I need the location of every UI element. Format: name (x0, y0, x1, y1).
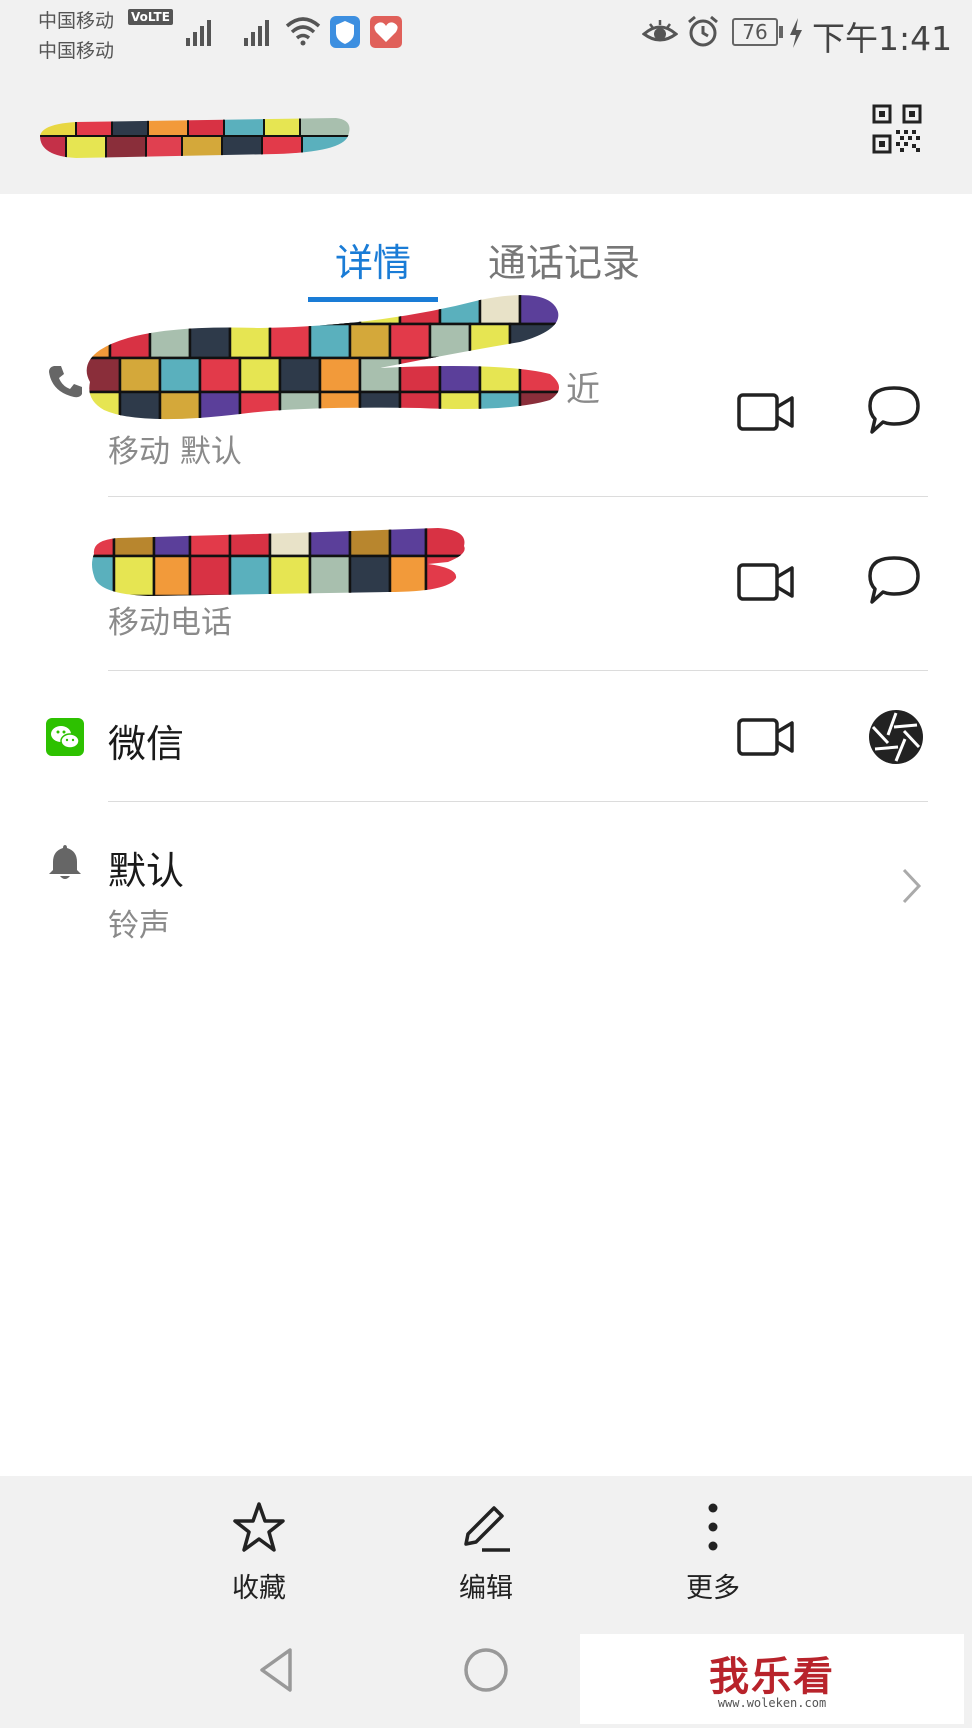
redacted-phone-number-1 (86, 295, 560, 420)
phone-1-partial-text: 近 (566, 370, 600, 410)
star-icon (233, 1502, 285, 1552)
favorite-button[interactable]: 收藏 (199, 1500, 319, 1610)
pencil-icon (464, 1506, 510, 1552)
battery-level: 76 (742, 20, 768, 44)
battery-tip (779, 26, 783, 38)
heart-app-icon (370, 16, 402, 48)
phone-row-2[interactable]: 移动电话 (0, 497, 972, 670)
alarm-icon (688, 15, 718, 47)
phone-row-1[interactable]: 近 移动 默认 (0, 295, 972, 496)
charging-icon (790, 18, 802, 48)
watermark-brand: 我乐看 (709, 1654, 835, 1700)
phone-2-sub: 移动电话 (108, 605, 232, 641)
message-icon[interactable] (866, 384, 922, 438)
signal-icon (244, 20, 269, 46)
wechat-row[interactable]: 微信 (0, 671, 972, 801)
contact-header (0, 66, 972, 194)
shield-icon (330, 16, 360, 48)
home-nav-icon[interactable] (462, 1646, 510, 1694)
video-call-icon[interactable] (736, 715, 796, 759)
eye-icon (642, 20, 678, 42)
carrier-1: 中国移动 (38, 10, 115, 32)
video-call-icon[interactable] (736, 560, 796, 604)
qr-code-icon[interactable] (872, 104, 922, 154)
battery-icon: 76 (732, 18, 778, 46)
back-nav-icon[interactable] (256, 1646, 296, 1694)
ringtone-sub: 铃声 (108, 908, 170, 944)
status-bar: 中国移动 VoLTE 中国移动 76 下午1:41 (0, 0, 972, 66)
watermark-url: www.woleken.com (717, 1696, 827, 1710)
carrier-2: 中国移动 (38, 40, 115, 62)
clock: 下午1:41 (812, 19, 953, 58)
message-icon[interactable] (866, 554, 922, 608)
wechat-label: 微信 (108, 722, 185, 766)
redacted-contact-name (40, 118, 350, 158)
bottom-action-bar: 收藏 编辑 更多 我乐看 www.woleken.com (0, 1476, 972, 1728)
bell-icon (49, 845, 81, 879)
ringtone-value: 默认 (108, 849, 185, 893)
wechat-icon (46, 718, 84, 756)
tab-call-log[interactable]: 通话记录 (474, 232, 654, 287)
edit-label: 编辑 (459, 1573, 513, 1604)
tab-details[interactable]: 详情 (300, 232, 446, 287)
tab-details-label: 详情 (334, 241, 411, 285)
chevron-right-icon (902, 868, 922, 904)
ringtone-row[interactable]: 默认 铃声 (0, 802, 972, 972)
signal-icon (186, 20, 211, 46)
favorite-label: 收藏 (232, 1573, 286, 1604)
redacted-phone-number-2 (92, 528, 465, 596)
volte-badge: VoLTE (128, 9, 173, 25)
edit-button[interactable]: 编辑 (426, 1500, 546, 1610)
wifi-icon (285, 17, 321, 46)
phone-icon (49, 366, 82, 398)
watermark-logo: 我乐看 www.woleken.com (580, 1634, 964, 1724)
more-button[interactable]: 更多 (653, 1500, 773, 1610)
tab-call-log-label: 通话记录 (487, 241, 640, 285)
phone-1-sub: 移动 默认 (108, 434, 242, 470)
video-call-icon[interactable] (736, 390, 796, 434)
more-vertical-icon (708, 1503, 718, 1551)
camera-shutter-icon[interactable] (868, 709, 924, 765)
more-label: 更多 (686, 1573, 740, 1604)
